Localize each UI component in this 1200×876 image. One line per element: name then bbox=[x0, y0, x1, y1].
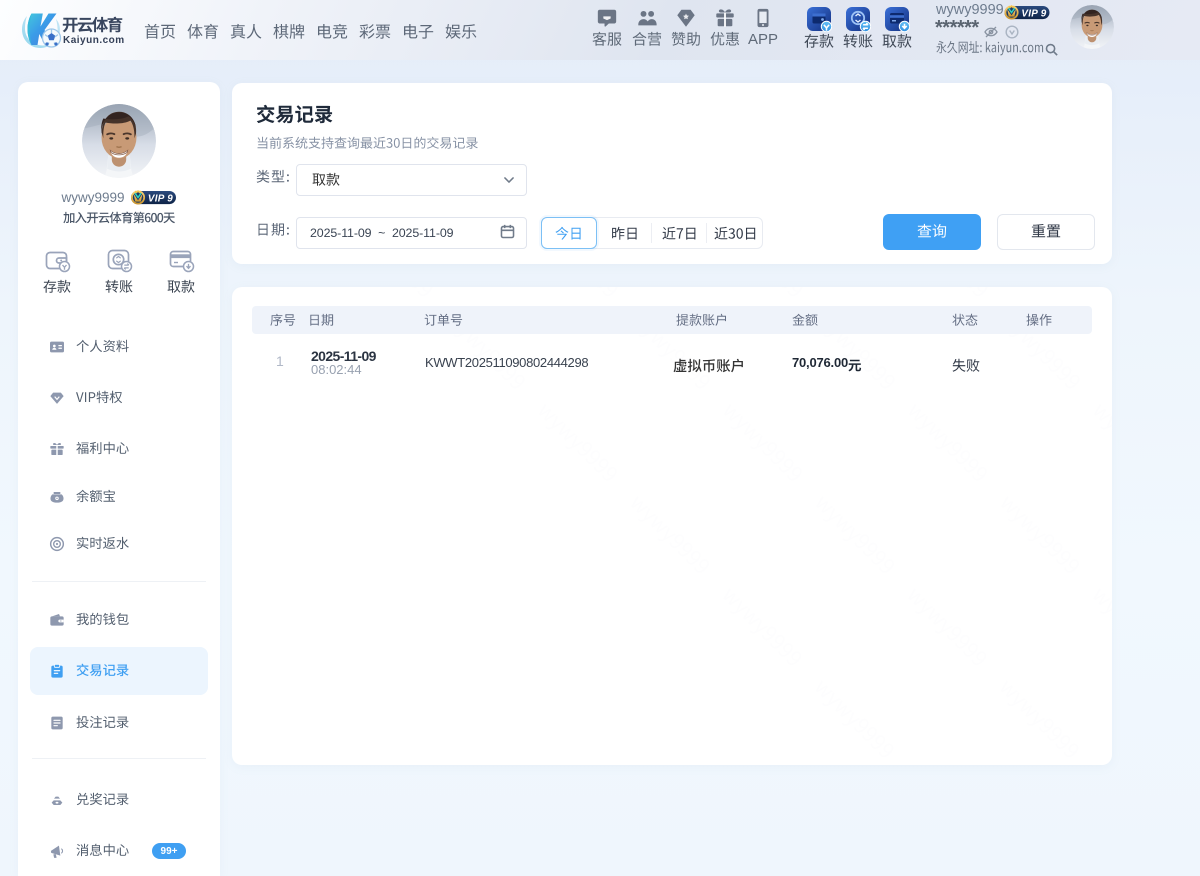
svg-text:VIP 9: VIP 9 bbox=[147, 193, 172, 204]
svg-text:VIP 9: VIP 9 bbox=[1021, 8, 1046, 19]
